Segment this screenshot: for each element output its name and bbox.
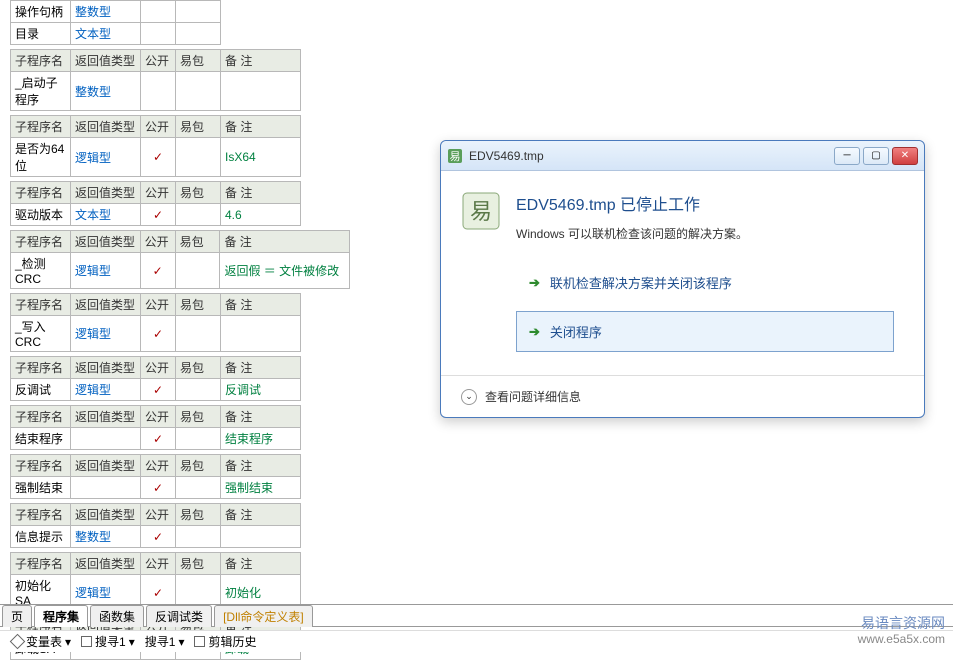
public-check[interactable]: ✓ <box>141 138 176 177</box>
tab-function-set[interactable]: 函数集 <box>90 605 144 627</box>
sub-name[interactable]: _写入CRC <box>11 316 71 352</box>
footer-label: 查看问题详细信息 <box>485 388 581 405</box>
list-icon <box>194 636 205 647</box>
app-icon: 易 <box>447 148 463 164</box>
watermark: 易语言资源网 www.e5a5x.com <box>858 614 945 648</box>
option-label: 联机检查解决方案并关闭该程序 <box>550 273 732 292</box>
dialog-large-icon: 易 <box>461 191 501 231</box>
sub-name[interactable]: 驱动版本 <box>11 204 71 226</box>
prop-val: 文本型 <box>71 23 141 45</box>
minimize-button[interactable]: ─ <box>834 147 860 165</box>
public-check[interactable]: ✓ <box>141 379 176 401</box>
note[interactable] <box>221 316 301 352</box>
sub-table: 子程序名返回值类型公开易包备 注 驱动版本文本型✓4.6 <box>10 181 301 226</box>
note[interactable]: 4.6 <box>221 204 301 226</box>
sub-name[interactable]: _启动子程序 <box>11 72 71 111</box>
svg-text:易: 易 <box>450 150 461 163</box>
sub-name[interactable]: _检测CRC <box>11 253 71 289</box>
prop-key: 目录 <box>11 23 71 45</box>
maximize-button[interactable]: ▢ <box>863 147 889 165</box>
option-label: 关闭程序 <box>550 322 602 341</box>
public-check[interactable]: ✓ <box>141 526 176 548</box>
bottom-toolbar: 变量表▾ 搜寻1▾ 搜寻1▾ 剪辑历史 <box>0 630 953 652</box>
tab-antidebug[interactable]: 反调试类 <box>146 605 212 627</box>
close-button[interactable]: ✕ <box>892 147 918 165</box>
dialog-title: EDV5469.tmp <box>469 149 834 163</box>
code-property-panel: 操作句柄整数型 目录文本型 子程序名返回值类型公开易包备 注 _启动子程序整数型… <box>10 0 350 662</box>
prop-key: 操作句柄 <box>11 1 71 23</box>
top-props-table: 操作句柄整数型 目录文本型 <box>10 0 221 45</box>
sub-table: 子程序名返回值类型公开易包备 注 强制结束✓强制结束 <box>10 454 301 499</box>
note[interactable]: 反调试 <box>221 379 301 401</box>
sub-name[interactable]: 信息提示 <box>11 526 71 548</box>
return-type[interactable] <box>71 428 141 450</box>
note[interactable]: 返回假 ＝ 文件被修改 <box>220 253 350 289</box>
sub-table: 子程序名返回值类型公开易包备 注 初始化SA逻辑型✓初始化 <box>10 552 301 611</box>
sub-table: 子程序名返回值类型公开易包备 注 信息提示整数型✓ <box>10 503 301 548</box>
check-online-option[interactable]: ➔ 联机检查解决方案并关闭该程序 <box>516 262 894 303</box>
return-type[interactable]: 文本型 <box>71 204 141 226</box>
view-details-toggle[interactable]: ⌄ 查看问题详细信息 <box>441 375 924 417</box>
return-type[interactable]: 逻辑型 <box>70 253 140 289</box>
return-type[interactable] <box>71 477 141 499</box>
search1-button[interactable]: 搜寻1▾ <box>81 633 135 650</box>
bottom-tabs: 页 程序集 函数集 反调试类 [Dll命令定义表] <box>0 604 953 627</box>
sub-table: 子程序名返回值类型公开易包备 注 _写入CRC逻辑型✓ <box>10 293 301 352</box>
return-type[interactable]: 逻辑型 <box>71 316 141 352</box>
tab-program-set[interactable]: 程序集 <box>34 605 88 627</box>
diamond-icon <box>10 634 26 650</box>
sub-table: 子程序名返回值类型公开易包备 注 是否为64位逻辑型✓IsX64 <box>10 115 301 177</box>
sub-table: 子程序名返回值类型公开易包备 注 _启动子程序整数型 <box>10 49 301 111</box>
public-check[interactable]: ✓ <box>141 316 176 352</box>
search-icon <box>81 636 92 647</box>
return-type[interactable]: 逻辑型 <box>71 379 141 401</box>
sub-name[interactable]: 结束程序 <box>11 428 71 450</box>
prop-val: 整数型 <box>71 1 141 23</box>
public-check[interactable]: ✓ <box>141 477 176 499</box>
chevron-down-icon: ⌄ <box>461 389 477 405</box>
sub-name[interactable]: 强制结束 <box>11 477 71 499</box>
public-check[interactable]: ✓ <box>140 253 175 289</box>
tab-dll-commands[interactable]: [Dll命令定义表] <box>214 605 313 627</box>
return-type[interactable]: 整数型 <box>71 72 141 111</box>
sub-name[interactable]: 反调试 <box>11 379 71 401</box>
close-program-option[interactable]: ➔ 关闭程序 <box>516 311 894 352</box>
public-check[interactable]: ✓ <box>141 428 176 450</box>
clip-history-button[interactable]: 剪辑历史 <box>194 633 256 650</box>
note[interactable] <box>221 72 301 111</box>
sub-table: 子程序名返回值类型公开易包备 注 结束程序✓结束程序 <box>10 405 301 450</box>
dialog-text: Windows 可以联机检查该问题的解决方案。 <box>516 225 748 242</box>
search1-button-2[interactable]: 搜寻1▾ <box>145 633 185 650</box>
svg-text:易: 易 <box>470 199 492 224</box>
variable-table-button[interactable]: 变量表▾ <box>12 633 71 650</box>
sub-table: 子程序名返回值类型公开易包备 注 _检测CRC逻辑型✓返回假 ＝ 文件被修改 <box>10 230 350 289</box>
return-type[interactable]: 整数型 <box>71 526 141 548</box>
arrow-icon: ➔ <box>529 324 540 340</box>
public-check[interactable] <box>141 72 176 111</box>
dialog-titlebar[interactable]: 易 EDV5469.tmp ─ ▢ ✕ <box>441 141 924 171</box>
note[interactable]: 结束程序 <box>221 428 301 450</box>
tab-page[interactable]: 页 <box>2 605 32 627</box>
sub-name[interactable]: 是否为64位 <box>11 138 71 177</box>
arrow-icon: ➔ <box>529 275 540 291</box>
note[interactable] <box>221 526 301 548</box>
error-dialog: 易 EDV5469.tmp ─ ▢ ✕ 易 EDV5469.tmp 已停止工作 … <box>440 140 925 418</box>
dialog-heading: EDV5469.tmp 已停止工作 <box>516 191 748 215</box>
note[interactable]: 强制结束 <box>221 477 301 499</box>
return-type[interactable]: 逻辑型 <box>71 138 141 177</box>
sub-table: 子程序名返回值类型公开易包备 注 反调试逻辑型✓反调试 <box>10 356 301 401</box>
note[interactable]: IsX64 <box>221 138 301 177</box>
public-check[interactable]: ✓ <box>141 204 176 226</box>
